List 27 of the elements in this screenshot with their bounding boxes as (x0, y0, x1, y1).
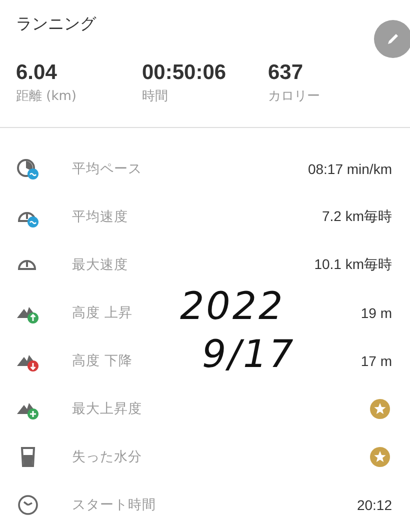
stopwatch-icon (16, 157, 40, 181)
metric-label: 平均ペース (72, 160, 142, 178)
clock-icon (16, 493, 40, 517)
metric-value: 10.1 km毎時 (314, 256, 392, 274)
metric-label: スタート時間 (72, 496, 156, 514)
metric-value: 17 m (360, 353, 392, 369)
metric-label: 最大速度 (72, 256, 128, 274)
metric-label: 平均速度 (72, 208, 128, 226)
stat-value: 6.04 (16, 61, 58, 85)
edit-button[interactable] (374, 20, 410, 58)
stat-label: カロリー (268, 88, 320, 105)
stat-label: 距離 (km) (16, 88, 78, 105)
metric-value: 19 m (360, 305, 392, 321)
stat-label: 時間 (142, 88, 169, 105)
metric-label: 最大上昇度 (72, 400, 142, 418)
activity-title: ランニング (16, 14, 98, 35)
stat-value: 637 (268, 61, 304, 85)
pencil-icon (385, 31, 401, 47)
metric-label: 失った水分 (72, 448, 142, 466)
metric-label: 高度 上昇 (72, 304, 132, 322)
metric-value: 08:17 min/km (308, 161, 392, 177)
metric-value: 20:12 (356, 497, 392, 513)
metric-value: 7.2 km毎時 (322, 208, 392, 226)
handwritten-note: 9/17 (202, 331, 296, 378)
metric-label: 高度 下降 (72, 352, 132, 370)
stat-value: 00:50:06 (142, 61, 228, 85)
handwritten-note: 2022 (180, 283, 286, 330)
